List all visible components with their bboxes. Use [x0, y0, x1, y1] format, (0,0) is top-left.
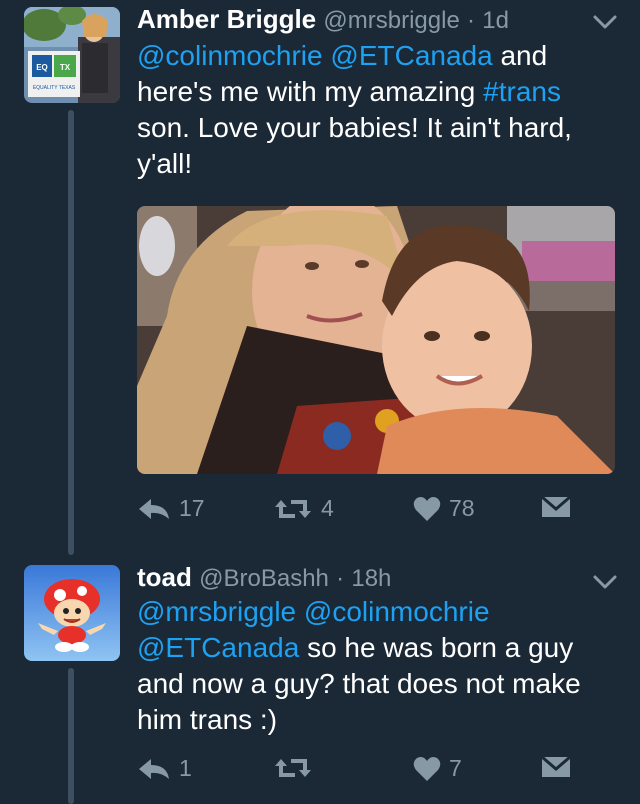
avatar[interactable]: EQ TX EQUALITY TEXAS: [24, 7, 120, 103]
tweet-photo[interactable]: [137, 206, 615, 474]
tweet[interactable]: toad @BroBashh · 18h @mrsbriggle @colinm…: [0, 560, 640, 804]
tweet-text: @mrsbriggle @colinmochrie @ETCanada so h…: [137, 594, 617, 738]
chevron-down-icon[interactable]: [592, 12, 618, 32]
like-button[interactable]: 7: [413, 755, 462, 782]
like-button[interactable]: 78: [413, 495, 475, 522]
retweet-count: 4: [321, 495, 334, 521]
mention-link[interactable]: @colinmochrie: [304, 596, 490, 627]
sign-caption: EQUALITY TEXAS: [33, 85, 76, 91]
tweet-header: Amber Briggle @mrsbriggle · 1d: [137, 4, 580, 35]
retweet-button[interactable]: [273, 755, 321, 781]
mention-link[interactable]: @ETCanada: [137, 632, 299, 663]
tweet-actions: 17 4 78: [137, 495, 607, 535]
retweet-button[interactable]: 4: [273, 495, 334, 522]
tweet-header: toad @BroBashh · 18h: [137, 562, 580, 593]
author-handle[interactable]: @mrsbriggle: [323, 7, 459, 34]
thread-line: [68, 668, 74, 804]
mention-link[interactable]: @ETCanada: [330, 40, 492, 71]
reply-count: 17: [179, 495, 205, 521]
photo-image: [137, 206, 615, 474]
sign-eq: EQ: [36, 63, 48, 72]
tweet-text: @colinmochrie @ETCanada and here's me wi…: [137, 38, 617, 182]
author-name[interactable]: Amber Briggle: [137, 4, 316, 34]
reply-icon: [139, 758, 169, 779]
author-handle[interactable]: @BroBashh: [199, 565, 329, 592]
reply-button[interactable]: 17: [137, 495, 205, 522]
message-button[interactable]: [541, 495, 571, 519]
like-icon: [413, 756, 441, 781]
retweet-icon: [275, 499, 311, 518]
mention-link[interactable]: @mrsbriggle: [137, 596, 296, 627]
avatar[interactable]: [24, 565, 120, 661]
separator: ·: [336, 565, 345, 592]
tweet-actions: 1 7: [137, 755, 607, 795]
like-icon: [413, 496, 441, 521]
mention-link[interactable]: @colinmochrie: [137, 40, 323, 71]
separator: ·: [467, 7, 476, 34]
thread-line: [68, 110, 74, 555]
tweet[interactable]: EQ TX EQUALITY TEXAS Amber Briggle @mrsb…: [0, 0, 640, 555]
timestamp[interactable]: 1d: [482, 7, 509, 34]
chevron-down-icon[interactable]: [592, 572, 618, 592]
reply-count: 1: [179, 755, 192, 781]
retweet-icon: [275, 759, 311, 777]
author-name[interactable]: toad: [137, 562, 192, 592]
like-count: 7: [449, 755, 462, 781]
like-count: 78: [449, 495, 475, 521]
reply-icon: [139, 498, 169, 519]
reply-button[interactable]: 1: [137, 755, 192, 782]
timestamp[interactable]: 18h: [351, 565, 391, 592]
sign-tx: TX: [60, 63, 71, 72]
avatar-image: [24, 565, 120, 661]
message-button[interactable]: [541, 755, 571, 779]
message-icon: [541, 755, 571, 777]
hashtag-link[interactable]: #trans: [483, 76, 561, 107]
message-icon: [541, 495, 571, 517]
avatar-image: EQ TX EQUALITY TEXAS: [24, 7, 120, 103]
tweet-text-part: son. Love your babies! It ain't hard, y'…: [137, 112, 572, 179]
